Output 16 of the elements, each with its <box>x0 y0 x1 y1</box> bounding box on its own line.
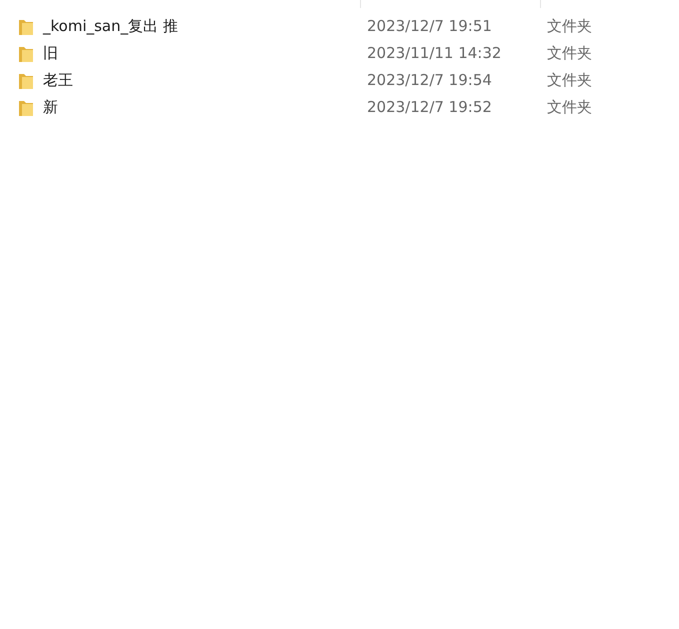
file-name[interactable]: _komi_san_复出 推 <box>43 15 367 38</box>
modified-date: 2023/11/11 14:32 <box>367 43 502 64</box>
folder-icon <box>19 72 33 88</box>
file-type: 文件夹 <box>547 43 592 64</box>
file-type: 文件夹 <box>547 70 592 92</box>
folder-icon <box>19 46 33 62</box>
folder-icon <box>19 18 33 34</box>
file-name[interactable]: 新 <box>43 96 367 119</box>
modified-date: 2023/12/7 19:51 <box>367 16 493 38</box>
file-type: 文件夹 <box>547 16 592 38</box>
modified-date: 2023/12/7 19:52 <box>367 97 493 118</box>
folder-icon <box>19 100 33 116</box>
modified-date: 2023/12/7 19:54 <box>367 70 493 92</box>
file-name[interactable]: 旧 <box>43 42 367 65</box>
file-type: 文件夹 <box>547 97 592 118</box>
file-name[interactable]: 老王 <box>43 69 367 92</box>
